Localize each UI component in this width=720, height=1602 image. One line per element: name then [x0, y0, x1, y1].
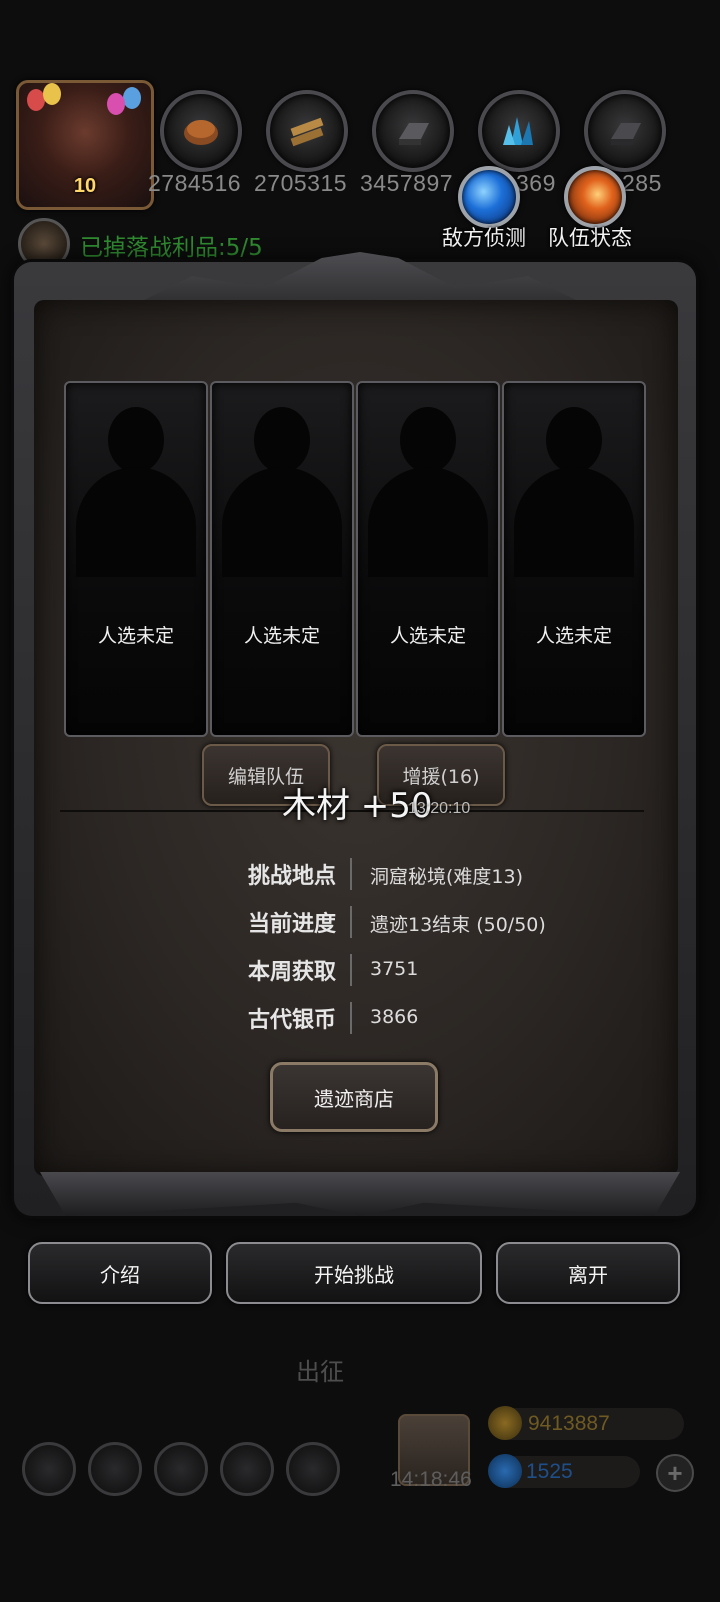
team-slot-label: 人选未定 — [389, 625, 466, 647]
wood-plank-resource-icon[interactable] — [266, 90, 348, 172]
start-challenge-button[interactable]: 开始挑战 — [226, 1242, 482, 1304]
team-slot-label: 人选未定 — [243, 625, 320, 647]
star-icon[interactable] — [88, 1442, 142, 1496]
silhouette-icon — [108, 407, 164, 473]
enemy-scout-orb-icon[interactable] — [458, 166, 520, 228]
balloon-icon — [107, 93, 125, 115]
weekly-label: 本周获取 — [247, 960, 336, 985]
silhouette-icon — [254, 407, 310, 473]
wood-value: 2705315 — [254, 170, 348, 196]
balloon-icon — [43, 83, 61, 105]
location-label: 挑战地点 — [247, 864, 336, 889]
silver-value: 285 — [622, 170, 662, 196]
gem-icon — [488, 1454, 522, 1488]
coins-value: 3866 — [370, 1006, 419, 1028]
crystal-resource-icon[interactable] — [478, 90, 560, 172]
team-slot-label: 人选未定 — [97, 625, 174, 647]
loot-status: 已掉落战利品:5/5 — [80, 235, 263, 261]
balloon-icon — [123, 87, 141, 109]
ruins-shop-button[interactable]: 遗迹商店 — [270, 1062, 438, 1132]
info-separator — [350, 954, 352, 986]
gold-value: 9413887 — [528, 1412, 610, 1435]
intro-button[interactable]: 介绍 — [28, 1242, 212, 1304]
progress-value: 遗迹13结束 (50/50) — [370, 914, 546, 936]
player-level: 10 — [73, 175, 97, 197]
progress-label: 当前进度 — [247, 912, 336, 937]
location-value: 洞窟秘境(难度13) — [370, 866, 524, 888]
bread-value: 2784516 — [148, 170, 242, 196]
map-icon[interactable] — [154, 1442, 208, 1496]
resource-gain-time: 13:20:10 — [408, 800, 471, 817]
team-slot-1[interactable]: 人选未定 — [64, 381, 208, 737]
shield-icon[interactable] — [286, 1442, 340, 1496]
panel-frame-base — [40, 1172, 680, 1216]
silhouette-icon — [546, 407, 602, 473]
team-slot-3[interactable]: 人选未定 — [356, 381, 500, 737]
player-avatar[interactable]: 10 — [16, 80, 154, 210]
team-status-orb-icon[interactable] — [564, 166, 626, 228]
leave-button[interactable]: 离开 — [496, 1242, 680, 1304]
info-separator — [350, 1002, 352, 1034]
gold-coin-icon — [488, 1406, 522, 1440]
enemy-scout-label[interactable]: 敌方侦测 — [442, 222, 526, 252]
iron-ingot-resource-icon[interactable] — [372, 90, 454, 172]
weekly-value: 3751 — [370, 958, 419, 980]
settings-gear-icon[interactable] — [22, 1442, 76, 1496]
gem-value: 1525 — [526, 1460, 573, 1483]
info-separator — [350, 906, 352, 938]
coins-label: 古代银币 — [247, 1008, 336, 1033]
iron-value: 3457897 — [360, 170, 454, 196]
mail-icon[interactable] — [220, 1442, 274, 1496]
bread-resource-icon[interactable] — [160, 90, 242, 172]
info-separator — [350, 858, 352, 890]
team-slot-4[interactable]: 人选未定 — [502, 381, 646, 737]
team-slot-2[interactable]: 人选未定 — [210, 381, 354, 737]
team-status-label[interactable]: 队伍状态 — [548, 222, 632, 252]
crystal-value: 369 — [516, 170, 556, 196]
bottom-clock: 14:18:46 — [390, 1468, 472, 1491]
sortie-label: 出征 — [296, 1358, 344, 1386]
silhouette-icon — [400, 407, 456, 473]
add-currency-button[interactable]: + — [656, 1454, 694, 1492]
team-slot-label: 人选未定 — [535, 625, 612, 647]
silver-bar-resource-icon[interactable] — [584, 90, 666, 172]
